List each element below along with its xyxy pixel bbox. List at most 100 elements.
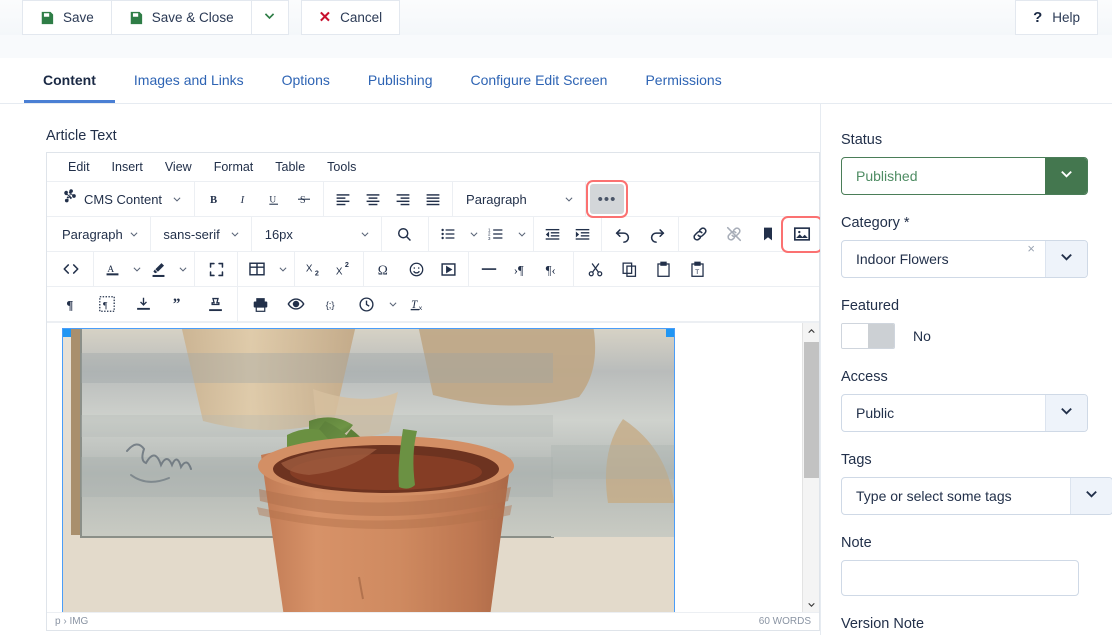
selected-image[interactable]	[62, 328, 675, 612]
paste-button[interactable]	[646, 255, 680, 284]
toggle-knob	[868, 324, 894, 348]
paste-as-text-button[interactable]: T	[680, 255, 714, 284]
bullet-list-options-button[interactable]	[463, 220, 481, 249]
insert-media-button[interactable]	[432, 255, 464, 284]
insert-signature-button[interactable]	[197, 290, 233, 319]
page-break-button[interactable]	[125, 290, 161, 319]
cancel-button[interactable]: ✕ Cancel	[301, 0, 401, 35]
increase-indent-button[interactable]	[567, 220, 597, 249]
status-dropdown-toggle[interactable]	[1045, 158, 1087, 194]
align-center-button[interactable]	[358, 185, 388, 214]
insert-link-button[interactable]	[683, 220, 717, 249]
decrease-indent-button[interactable]	[537, 220, 567, 249]
block-format-select[interactable]: Paragraph	[457, 185, 581, 214]
tab-content[interactable]: Content	[24, 58, 115, 103]
tab-images-and-links[interactable]: Images and Links	[115, 58, 263, 103]
italic-button[interactable]: I	[229, 185, 259, 214]
help-button[interactable]: ? Help	[1015, 0, 1098, 35]
article-text-label: Article Text	[46, 128, 820, 144]
ltr-direction-button[interactable]: ›¶	[505, 255, 537, 284]
category-dropdown-toggle[interactable]	[1045, 241, 1087, 277]
search-and-replace-button[interactable]	[386, 220, 424, 249]
note-field: Note	[841, 535, 1088, 596]
note-input[interactable]	[841, 560, 1079, 596]
editor-content-area[interactable]	[47, 322, 819, 612]
tags-select[interactable]: Type or select some tags	[841, 477, 1112, 515]
background-color-button[interactable]	[144, 255, 172, 284]
redo-button[interactable]	[640, 220, 674, 249]
element-path-breadcrumb[interactable]: p › IMG	[55, 616, 88, 627]
align-justify-button[interactable]	[418, 185, 448, 214]
cut-button[interactable]	[578, 255, 612, 284]
template-button[interactable]: {;}	[314, 290, 350, 319]
insert-image-button[interactable]	[785, 220, 819, 249]
scroll-up-button[interactable]	[803, 323, 819, 340]
save-button[interactable]: Save	[22, 0, 112, 35]
table-options-button[interactable]	[272, 255, 290, 284]
cms-content-button[interactable]: CMS Content	[53, 185, 190, 214]
special-character-button[interactable]: Ω	[368, 255, 400, 284]
menu-table[interactable]: Table	[264, 160, 316, 174]
tab-permissions[interactable]: Permissions	[626, 58, 740, 103]
horizontal-rule-button[interactable]	[473, 255, 505, 284]
underline-button[interactable]: U	[259, 185, 289, 214]
editor-scrollbar[interactable]	[802, 323, 819, 612]
access-select[interactable]: Public	[841, 394, 1088, 432]
menu-view[interactable]: View	[154, 160, 203, 174]
fullscreen-button[interactable]	[199, 255, 233, 284]
source-code-button[interactable]	[53, 255, 89, 284]
more-toolbar-items-button[interactable]: •••	[590, 184, 624, 214]
save-options-dropdown-button[interactable]	[251, 0, 289, 35]
bookmark-anchor-button[interactable]	[751, 220, 785, 249]
access-value: Public	[842, 395, 1045, 431]
insert-table-button[interactable]	[242, 255, 272, 284]
save-and-close-button[interactable]: Save & Close	[111, 0, 252, 35]
category-select[interactable]: Indoor Flowers ×	[841, 240, 1088, 278]
print-button[interactable]	[242, 290, 278, 319]
category-clear-icon[interactable]: ×	[1027, 241, 1045, 277]
unlink-button[interactable]	[717, 220, 751, 249]
undo-button[interactable]	[606, 220, 640, 249]
menu-insert[interactable]: Insert	[101, 160, 154, 174]
text-color-button[interactable]: A	[98, 255, 126, 284]
numbered-list-options-button[interactable]	[511, 220, 529, 249]
strikethrough-button[interactable]: S	[289, 185, 319, 214]
tab-options[interactable]: Options	[263, 58, 349, 103]
copy-button[interactable]	[612, 255, 646, 284]
background-color-options-button[interactable]	[172, 255, 190, 284]
menu-format[interactable]: Format	[203, 160, 265, 174]
image-resize-handle-top-right[interactable]	[666, 328, 675, 337]
emoticons-button[interactable]	[400, 255, 432, 284]
numbered-list-button[interactable]: 123	[481, 220, 511, 249]
text-color-options-button[interactable]	[126, 255, 144, 284]
menu-edit[interactable]: Edit	[57, 160, 101, 174]
datetime-options-button[interactable]	[382, 290, 400, 319]
image-resize-handle-top-left[interactable]	[62, 328, 71, 337]
scroll-down-button[interactable]	[803, 596, 819, 612]
block-format-select-2[interactable]: Paragraph	[53, 220, 146, 249]
status-select[interactable]: Published	[841, 157, 1088, 195]
show-invisible-characters-button[interactable]: ¶	[89, 290, 125, 319]
featured-toggle[interactable]	[841, 323, 895, 349]
align-left-button[interactable]	[328, 185, 358, 214]
align-right-button[interactable]	[388, 185, 418, 214]
blockquote-button[interactable]: ”	[161, 290, 197, 319]
show-blocks-button[interactable]: ¶	[53, 290, 89, 319]
tab-publishing[interactable]: Publishing	[349, 58, 452, 103]
superscript-button[interactable]: X2	[329, 255, 359, 284]
menu-tools[interactable]: Tools	[316, 160, 367, 174]
preview-button[interactable]	[278, 290, 314, 319]
insert-datetime-button[interactable]	[350, 290, 382, 319]
font-family-select[interactable]: sans-serif	[154, 220, 247, 249]
tab-configure-edit-screen[interactable]: Configure Edit Screen	[451, 58, 626, 103]
bullet-list-button[interactable]	[433, 220, 463, 249]
scrollbar-thumb[interactable]	[804, 342, 819, 478]
tags-dropdown-toggle[interactable]	[1070, 478, 1112, 514]
rtl-direction-button[interactable]: ¶‹	[537, 255, 569, 284]
font-size-select[interactable]: 16px	[256, 220, 377, 249]
bold-button[interactable]: B	[199, 185, 229, 214]
tags-field: Tags Type or select some tags	[841, 452, 1088, 515]
clear-formatting-button[interactable]: Tx	[400, 290, 434, 319]
subscript-button[interactable]: X2	[299, 255, 329, 284]
access-dropdown-toggle[interactable]	[1045, 395, 1087, 431]
